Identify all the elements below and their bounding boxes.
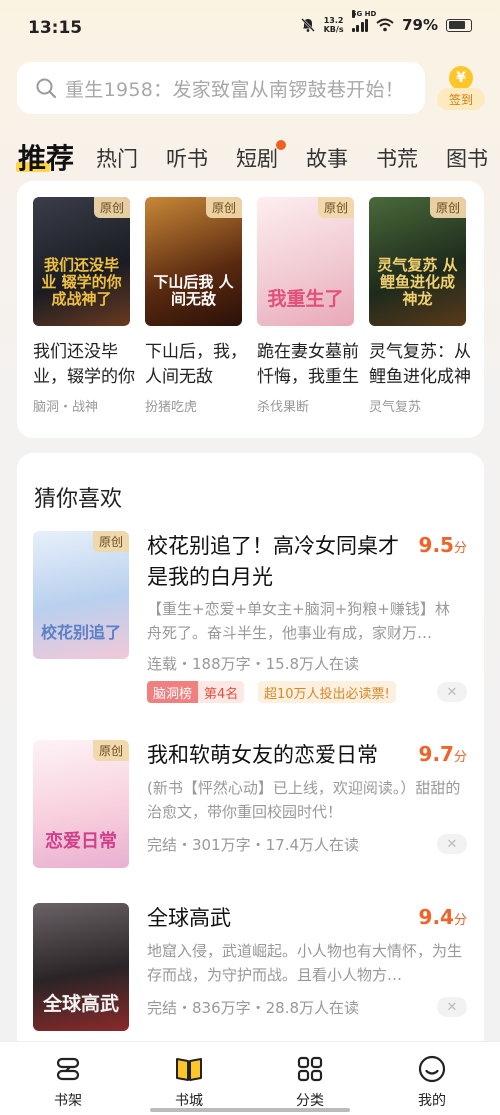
search-bar[interactable]: 重生1958：发家致富从南锣鼓巷开始！ xyxy=(17,62,425,114)
battery-level xyxy=(448,21,466,29)
cover-title: 我重生了 xyxy=(267,288,344,310)
cover-title: 下山后我 人间无敌 xyxy=(153,273,234,308)
original-badge: 原创 xyxy=(92,740,129,761)
notification-dot xyxy=(276,140,287,150)
original-badge: 原创 xyxy=(317,197,354,218)
search-icon xyxy=(36,78,57,99)
original-badge: 原创 xyxy=(92,531,129,552)
profile-icon xyxy=(418,1055,446,1083)
tab-books[interactable]: 图书 xyxy=(446,144,488,174)
book-tag: 灵气复苏 xyxy=(369,400,422,415)
bookshelf-icon xyxy=(56,1057,80,1081)
book-item[interactable]: 原创 校花别追了 校花别追了！高冷女同桌才是我的白月光 9.5分 【重生+恋爱+… xyxy=(17,531,484,703)
book-cover: 原创 恋爱日常 xyxy=(33,740,129,868)
wifi-icon xyxy=(376,18,394,32)
tab-recommend[interactable]: 推荐 xyxy=(15,144,74,174)
book-meta: 连载・188万字・15.8万人在读 xyxy=(147,655,360,673)
battery-icon xyxy=(446,18,472,32)
book-item[interactable]: 原创 恋爱日常 我和软萌女友的恋爱日常 9.7分 (新书【怦然心动】已上线，欢迎… xyxy=(17,740,484,870)
recommend-book[interactable]: 原创 灵气复苏 从鲤鱼进化成神龙 灵气复苏：从鲤鱼进化成神龙 灵气复苏 xyxy=(369,197,471,415)
recommend-book[interactable]: 原创 我们还没毕业 辍学的你成战神了 我们还没毕业，辍学的你成战神了 脑洞・战神 xyxy=(33,197,135,415)
book-title: 我们还没毕业，辍学的你成战神了 xyxy=(33,342,135,387)
tab-audiobook[interactable]: 听书 xyxy=(166,144,208,174)
book-title: 校花别追了！高冷女同桌才是我的白月光 xyxy=(147,534,399,589)
book-tag: 扮猪吃虎 xyxy=(145,400,198,415)
nav-label: 书架 xyxy=(54,1093,82,1109)
book-description: (新书【怦然心动】已上线，欢迎阅读。）甜甜的治愈文，带你重回校园时代！ xyxy=(147,779,461,821)
section-title: 猜你喜欢 xyxy=(34,487,123,512)
book-meta: 完结・836万字・28.8万人在读 xyxy=(147,999,360,1017)
book-cover: 原创 我重生了 xyxy=(257,197,354,326)
tab-book-shortage[interactable]: 书荒 xyxy=(376,144,418,174)
book-score: 9.5分 xyxy=(418,533,467,557)
book-cover: 全球高武 xyxy=(33,903,129,1031)
coin-icon: ¥ xyxy=(449,66,473,90)
signin-label: 签到 xyxy=(437,88,485,110)
original-badge: 原创 xyxy=(205,197,242,218)
cover-title: 灵气复苏 从鲤鱼进化成神龙 xyxy=(377,256,458,308)
nav-label: 分类 xyxy=(296,1093,324,1109)
book-cover: 原创 校花别追了 xyxy=(33,531,129,659)
tab-hot[interactable]: 热门 xyxy=(96,144,138,174)
status-icons: 13.2 KB/s 5G HD 79% xyxy=(300,10,472,34)
book-title: 跪在妻女墓前忏悔，我重生了 xyxy=(257,342,359,387)
nav-bookstore[interactable]: 书城 xyxy=(149,1054,229,1110)
signin-button[interactable]: ¥ 签到 xyxy=(437,66,485,112)
nav-bookshelf[interactable]: 书架 xyxy=(28,1054,108,1110)
book-item[interactable]: 全球高武 全球高武 9.4分 地窟入侵，武道崛起。小人物也有大情怀，为生存而战，… xyxy=(17,903,484,1033)
tab-short-drama[interactable]: 短剧 xyxy=(236,140,287,174)
status-bar: 13:15 13.2 KB/s 5G HD 79% xyxy=(0,0,500,58)
close-icon[interactable]: ✕ xyxy=(437,997,467,1017)
book-tag: 杀伐果断 xyxy=(257,400,310,415)
recommend-book[interactable]: 原创 我重生了 跪在妻女墓前忏悔，我重生了 杀伐果断 xyxy=(257,197,359,415)
network-speed: 13.2 KB/s xyxy=(323,16,344,34)
home-indicator xyxy=(150,1108,350,1112)
category-tabs: 推荐 热门 听书 短剧 故事 书荒 图书 xyxy=(15,134,500,174)
vote-tag: 超10万人投出必读票! xyxy=(258,681,396,703)
rank-label: 脑洞榜 xyxy=(147,681,199,703)
signal-icon: 5G HD xyxy=(351,10,376,32)
bottom-nav: 书架 书城 分类 我的 xyxy=(0,1041,500,1115)
book-title: 全球高武 xyxy=(147,906,231,930)
nav-profile[interactable]: 我的 xyxy=(392,1054,472,1110)
guess-you-like-card: 猜你喜欢 原创 校花别追了 校花别追了！高冷女同桌才是我的白月光 9.5分 【重… xyxy=(17,453,484,1053)
rank-value: 第4名 xyxy=(198,681,245,703)
tab-short-drama-label: 短剧 xyxy=(236,147,279,171)
battery-percent: 79% xyxy=(402,16,438,34)
book-title: 下山后，我，人间无敌 xyxy=(145,342,247,387)
category-icon xyxy=(297,1056,323,1082)
cover-title: 全球高武 xyxy=(42,993,119,1015)
book-meta: 完结・301万字・17.4万人在读 xyxy=(147,836,360,854)
search-placeholder: 重生1958：发家致富从南锣鼓巷开始！ xyxy=(65,78,405,101)
rank-tag[interactable]: 脑洞榜 第4名 xyxy=(147,681,245,703)
status-time: 13:15 xyxy=(28,18,83,38)
bookstore-icon xyxy=(176,1058,202,1081)
book-description: 【重生+恋爱+单女主+脑洞+狗粮+赚钱】林舟死了。奋斗半生，他事业有成，家财万… xyxy=(147,600,450,642)
tab-stories[interactable]: 故事 xyxy=(306,144,348,174)
book-score: 9.4分 xyxy=(418,905,467,929)
close-icon[interactable]: ✕ xyxy=(437,834,467,854)
cover-title: 校花别追了 xyxy=(40,623,121,642)
book-title: 灵气复苏：从鲤鱼进化成神龙 xyxy=(369,342,471,387)
nav-label: 我的 xyxy=(418,1093,446,1109)
nav-label: 书城 xyxy=(175,1093,203,1109)
signal-label: 5G HD xyxy=(351,10,377,18)
book-score: 9.7分 xyxy=(418,742,467,766)
cover-title: 我们还没毕业 辍学的你成战神了 xyxy=(41,256,122,308)
book-tag: 脑洞・战神 xyxy=(33,400,99,415)
book-description: 地窟入侵，武道崛起。小人物也有大情怀，为生存而战，为守护而战。且看小人物方… xyxy=(147,942,462,984)
mute-bell-icon xyxy=(300,18,315,32)
book-cover: 原创 下山后我 人间无敌 xyxy=(145,197,242,326)
recommend-card: 原创 我们还没毕业 辍学的你成战神了 我们还没毕业，辍学的你成战神了 脑洞・战神… xyxy=(17,181,484,438)
book-cover: 原创 我们还没毕业 辍学的你成战神了 xyxy=(33,197,130,326)
book-cover: 原创 灵气复苏 从鲤鱼进化成神龙 xyxy=(369,197,466,326)
recommend-book[interactable]: 原创 下山后我 人间无敌 下山后，我，人间无敌 扮猪吃虎 xyxy=(145,197,247,415)
nav-category[interactable]: 分类 xyxy=(270,1054,350,1110)
book-title: 我和软萌女友的恋爱日常 xyxy=(147,743,378,767)
cover-title: 恋爱日常 xyxy=(45,831,117,852)
original-badge: 原创 xyxy=(429,197,466,218)
original-badge: 原创 xyxy=(93,197,130,218)
close-icon[interactable]: ✕ xyxy=(437,682,467,702)
